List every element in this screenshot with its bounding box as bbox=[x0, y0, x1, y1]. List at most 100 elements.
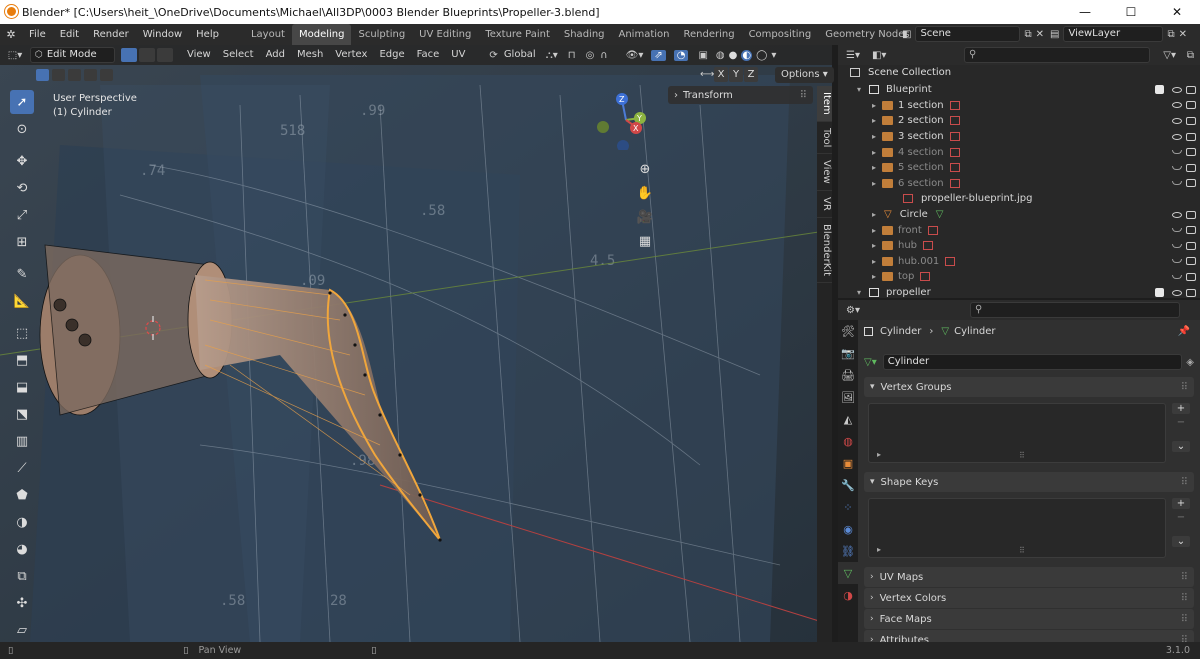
include-checkbox[interactable] bbox=[1155, 288, 1164, 298]
vertex-groups-list[interactable]: ⠿ ▸ bbox=[868, 403, 1166, 463]
tab-layout[interactable]: Layout bbox=[244, 24, 292, 45]
drag-handle-icon[interactable]: ⠿ bbox=[1181, 572, 1188, 583]
list-expand-icon[interactable]: ▸ bbox=[877, 545, 881, 554]
fake-user-icon[interactable]: ◈ bbox=[1186, 357, 1194, 368]
extrude-tool-icon[interactable]: ⬒ bbox=[10, 348, 34, 372]
snap-icon[interactable]: ⊓ bbox=[568, 50, 576, 61]
pan-hand-icon[interactable]: ✋ bbox=[636, 182, 654, 206]
solid-shading-icon[interactable]: ● bbox=[729, 50, 738, 61]
new-collection-icon[interactable]: ⧉ bbox=[1187, 50, 1194, 61]
sidebar-tab-view[interactable]: View bbox=[817, 154, 832, 191]
mirror-x-button[interactable]: X bbox=[714, 67, 728, 82]
new-scene-icon[interactable]: ⧉ bbox=[1024, 29, 1031, 40]
select-box-mode-icon[interactable] bbox=[36, 68, 49, 81]
outliner-item-hub-001[interactable]: ▸ hub.001 bbox=[838, 254, 1200, 270]
visibility-eye-icon[interactable] bbox=[1172, 165, 1182, 170]
visibility-eye-icon[interactable] bbox=[1172, 289, 1182, 296]
tab-compositing[interactable]: Compositing bbox=[742, 24, 819, 45]
pin-icon[interactable]: 📌 bbox=[1178, 326, 1190, 337]
proportional-edit-icon[interactable]: ◎ bbox=[586, 50, 595, 61]
shape-keys-list[interactable]: ⠿ ▸ bbox=[868, 498, 1166, 558]
transform-tool-icon[interactable]: ⊞ bbox=[10, 230, 34, 254]
drag-handle-icon[interactable]: ⠿ bbox=[800, 90, 807, 101]
collapse-arrow-icon[interactable]: ▾ bbox=[857, 288, 867, 297]
menu-render[interactable]: Render bbox=[86, 24, 136, 45]
visibility-eye-icon[interactable] bbox=[1172, 211, 1182, 218]
particle-properties-icon[interactable]: ⁘ bbox=[838, 496, 858, 518]
properties-editor-icon[interactable]: ⚙▾ bbox=[846, 305, 860, 316]
panel-uv-maps[interactable]: › UV Maps ⠿ bbox=[864, 567, 1194, 587]
drag-handle-icon[interactable]: ⠿ bbox=[1181, 614, 1188, 625]
expand-arrow-icon[interactable]: ▸ bbox=[872, 148, 882, 157]
render-camera-icon[interactable] bbox=[1186, 288, 1196, 297]
outliner-item-2-section[interactable]: ▸ 2 section bbox=[838, 113, 1200, 129]
add-item-icon[interactable]: + bbox=[1172, 498, 1190, 509]
remove-item-icon[interactable]: − bbox=[1172, 417, 1190, 428]
visibility-eye-icon[interactable] bbox=[1172, 102, 1182, 109]
mesh-name-field[interactable]: Cylinder bbox=[882, 354, 1183, 370]
render-camera-icon[interactable] bbox=[1186, 241, 1196, 250]
perspective-grid-icon[interactable]: ▦ bbox=[636, 230, 654, 254]
edge-select-button[interactable] bbox=[139, 48, 155, 62]
render-camera-icon[interactable] bbox=[1186, 210, 1196, 219]
xray-toggle-icon[interactable]: ▣ bbox=[698, 50, 707, 61]
camera-view-icon[interactable]: 🎥 bbox=[636, 206, 654, 230]
3d-viewport[interactable]: 518.99.58 .09.98.58 .74284.5 bbox=[0, 45, 832, 642]
menu-help[interactable]: Help bbox=[189, 24, 226, 45]
properties-search-input[interactable]: ⚲ bbox=[970, 302, 1180, 318]
viewport-menu-view[interactable]: View bbox=[181, 45, 217, 65]
render-camera-icon[interactable] bbox=[1186, 163, 1196, 172]
drag-handle-icon[interactable]: ⠿ bbox=[1181, 382, 1188, 393]
tab-rendering[interactable]: Rendering bbox=[676, 24, 741, 45]
expand-arrow-icon[interactable]: ▸ bbox=[872, 226, 882, 235]
list-menu-icon[interactable]: ⌄ bbox=[1172, 536, 1190, 547]
outliner-item-hub[interactable]: ▸ hub bbox=[838, 238, 1200, 254]
wireframe-shading-icon[interactable]: ◍ bbox=[716, 50, 725, 61]
move-tool-icon[interactable]: ✥ bbox=[10, 149, 34, 173]
menu-edit[interactable]: Edit bbox=[53, 24, 86, 45]
collapse-arrow-icon[interactable]: ▾ bbox=[857, 85, 867, 94]
expand-arrow-icon[interactable]: ▸ bbox=[872, 116, 882, 125]
editor-type-icon[interactable]: ⬚▾ bbox=[0, 50, 30, 61]
select-box-tool-icon[interactable]: ➚ bbox=[10, 90, 34, 114]
mesh-data-icon[interactable]: ▽▾ bbox=[864, 357, 877, 368]
add-item-icon[interactable]: + bbox=[1172, 403, 1190, 414]
mode-selector[interactable]: ⬡ Edit Mode bbox=[30, 47, 115, 63]
render-camera-icon[interactable] bbox=[1186, 179, 1196, 188]
shear-tool-icon[interactable]: ▱ bbox=[10, 618, 34, 642]
view-layer-properties-icon[interactable]: 🖼 bbox=[838, 386, 858, 408]
navigation-gizmo[interactable]: Z Y X bbox=[596, 90, 656, 152]
expand-arrow-icon[interactable]: ▸ bbox=[872, 163, 882, 172]
filter-icon[interactable]: ▽▾ bbox=[1163, 50, 1176, 61]
options-dropdown[interactable]: Options ▾ bbox=[775, 66, 834, 83]
menu-file[interactable]: File bbox=[22, 24, 53, 45]
overlays-toggle-icon[interactable]: ◔ bbox=[673, 49, 689, 61]
shrink-fatten-tool-icon[interactable]: ✣ bbox=[10, 591, 34, 615]
world-properties-icon[interactable]: ◍ bbox=[838, 430, 858, 452]
outliner-item-3-section[interactable]: ▸ 3 section bbox=[838, 129, 1200, 145]
tab-modeling[interactable]: Modeling bbox=[291, 24, 352, 45]
viewport-menu-add[interactable]: Add bbox=[260, 45, 291, 65]
sidebar-tab-tool[interactable]: Tool bbox=[817, 122, 832, 155]
data-properties-icon[interactable]: ▽ bbox=[838, 562, 858, 584]
annotate-tool-icon[interactable]: ✎ bbox=[10, 262, 34, 286]
modifier-properties-icon[interactable]: 🔧 bbox=[838, 474, 858, 496]
sidebar-tab-vr[interactable]: VR bbox=[817, 191, 832, 218]
display-mode-icon[interactable]: ◧▾ bbox=[872, 50, 886, 61]
material-shading-icon[interactable]: ◐ bbox=[741, 49, 753, 61]
add-cube-tool-icon[interactable]: ⬚ bbox=[10, 321, 34, 345]
panel-vertex-colors[interactable]: › Vertex Colors ⠿ bbox=[864, 588, 1194, 608]
outliner-item-5-section[interactable]: ▸ 5 section bbox=[838, 160, 1200, 176]
output-properties-icon[interactable]: 🖨 bbox=[838, 364, 858, 386]
transform-orientation-selector[interactable]: Global bbox=[498, 45, 542, 65]
sidebar-tab-blenderkit[interactable]: BlenderKit bbox=[817, 218, 832, 283]
render-properties-icon[interactable]: 📷 bbox=[838, 342, 858, 364]
expand-arrow-icon[interactable]: ▸ bbox=[872, 241, 882, 250]
bevel-tool-icon[interactable]: ⬔ bbox=[10, 402, 34, 426]
viewport-menu-face[interactable]: Face bbox=[411, 45, 446, 65]
outliner-item-6-section[interactable]: ▸ 6 section bbox=[838, 176, 1200, 192]
select-invert-icon[interactable] bbox=[84, 68, 97, 81]
view-layer-selector[interactable]: ViewLayer bbox=[1063, 26, 1164, 42]
outliner-item-circle[interactable]: ▸ ▽ Circle ▽ bbox=[838, 207, 1200, 223]
include-checkbox[interactable] bbox=[1155, 85, 1164, 95]
